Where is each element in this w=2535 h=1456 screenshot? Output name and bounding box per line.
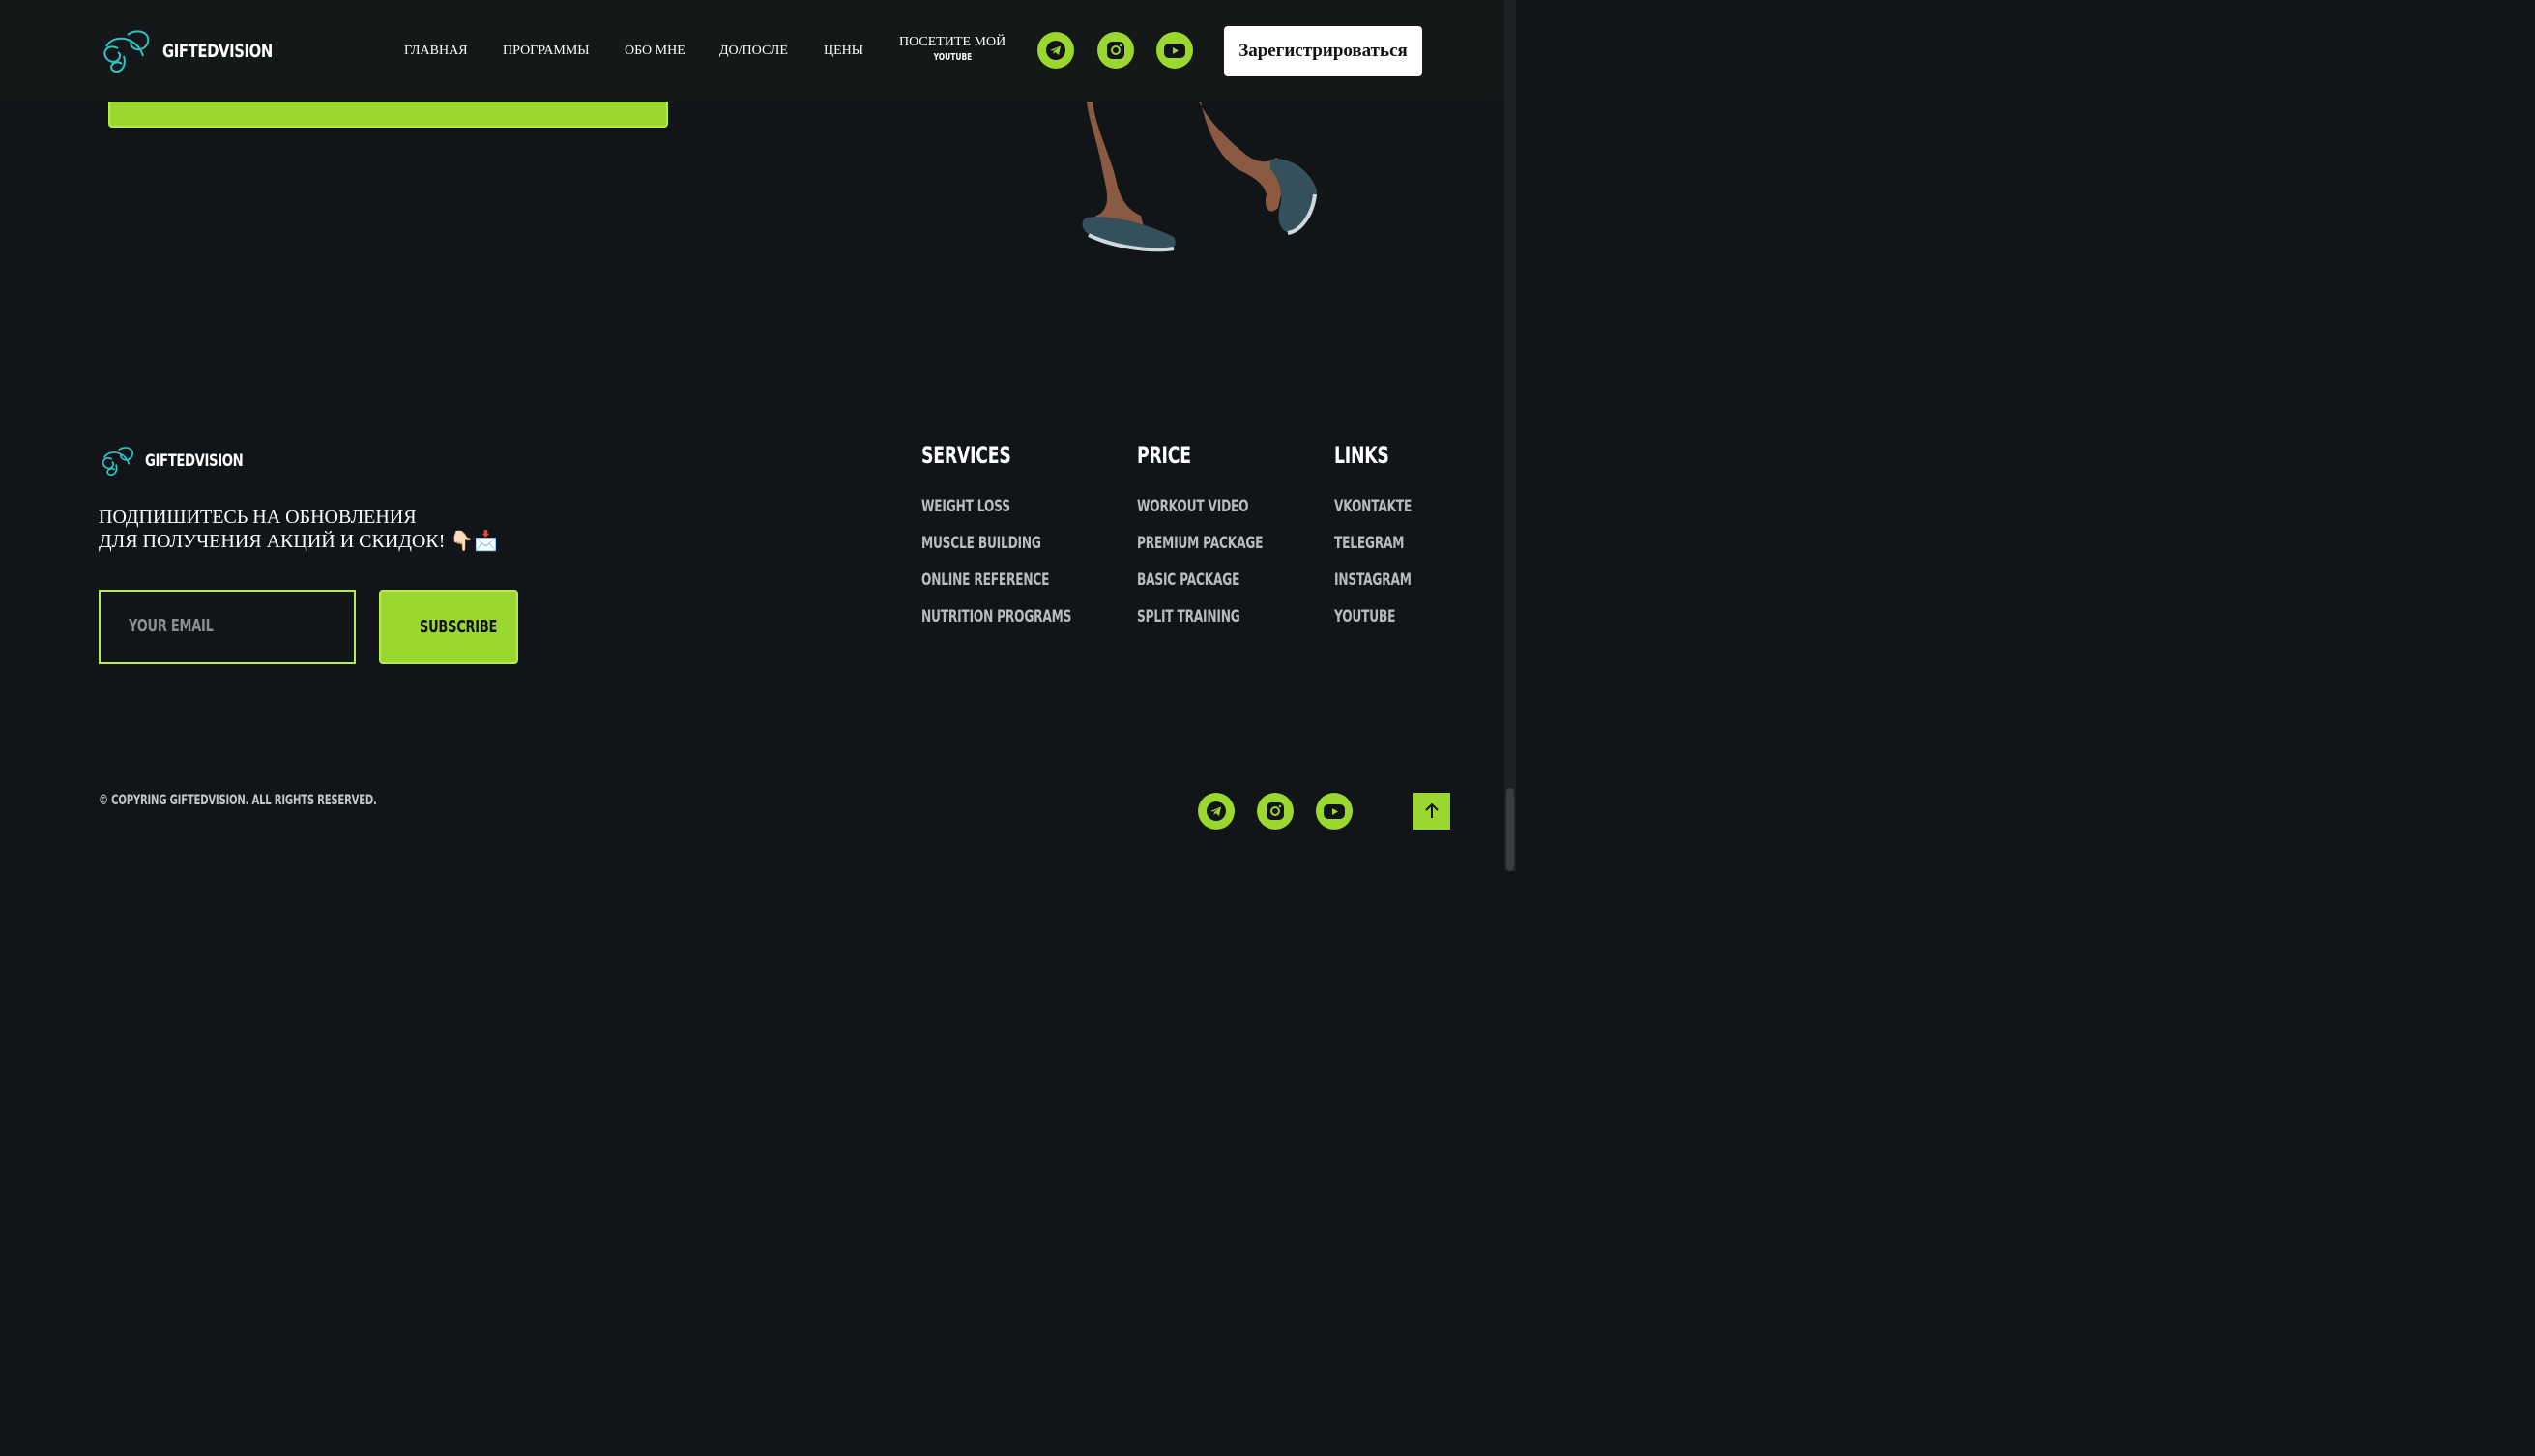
footer-instagram-button[interactable] bbox=[1257, 793, 1294, 830]
footer-telegram-button[interactable] bbox=[1198, 793, 1235, 830]
subscribe-heading: ПОДПИШИТЕСЬ НА ОБНОВЛЕНИЯ ДЛЯ ПОЛУЧЕНИЯ … bbox=[99, 506, 498, 554]
links-link-youtube[interactable]: YOUTUBE bbox=[1334, 607, 1395, 626]
cta-button-partial[interactable] bbox=[108, 102, 668, 128]
back-to-top-button[interactable] bbox=[1413, 793, 1450, 830]
links-link-telegram[interactable]: TELEGRAM bbox=[1334, 534, 1404, 553]
subscribe-button-label: SUBSCRIBE bbox=[420, 617, 498, 637]
footer-logo-text: GIFTEDVISION bbox=[145, 451, 244, 471]
price-link-premium[interactable]: PREMIUM PACKAGE bbox=[1137, 534, 1264, 553]
telegram-icon bbox=[1046, 41, 1065, 60]
header-instagram-button[interactable] bbox=[1097, 32, 1134, 69]
register-button[interactable]: Зарегистрироваться bbox=[1224, 26, 1422, 76]
links-heading: LINKS bbox=[1334, 442, 1389, 469]
logo-mark-icon bbox=[99, 27, 155, 75]
nav-item-about[interactable]: ОБО МНЕ bbox=[625, 44, 685, 59]
scrollbar-thumb[interactable] bbox=[1506, 788, 1514, 871]
nav-item-programs[interactable]: ПРОГРАММЫ bbox=[503, 44, 589, 59]
copyright-text: © COPYRING GIFTEDVISION. ALL RIGHTS RESE… bbox=[99, 793, 377, 808]
header-youtube-button[interactable] bbox=[1156, 32, 1193, 69]
arrow-up-icon bbox=[1425, 802, 1439, 818]
subscribe-line-1: ПОДПИШИТЕСЬ НА ОБНОВЛЕНИЯ bbox=[99, 507, 417, 528]
subscribe-line-2: ДЛЯ ПОЛУЧЕНИЯ АКЦИЙ И СКИДОК! 👇🏻📩 bbox=[99, 531, 499, 552]
logo-mark-icon bbox=[99, 445, 137, 478]
nav-item-prices[interactable]: ЦЕНЫ bbox=[824, 44, 863, 59]
logo-text: GIFTEDVISION bbox=[162, 41, 273, 62]
services-link-online-reference[interactable]: ONLINE REFERENCE bbox=[921, 570, 1050, 590]
services-heading: SERVICES bbox=[921, 442, 1011, 469]
youtube-icon bbox=[1324, 804, 1345, 819]
subscribe-button[interactable]: SUBSCRIBE bbox=[379, 590, 518, 664]
scrollbar-track[interactable] bbox=[1504, 0, 1516, 871]
nav-item-before-after[interactable]: ДО/ПОСЛЕ bbox=[719, 44, 788, 59]
price-link-basic[interactable]: BASIC PACKAGE bbox=[1137, 570, 1239, 590]
services-link-weight-loss[interactable]: WEIGHT LOSS bbox=[921, 497, 1010, 516]
footer-logo[interactable]: GIFTEDVISION bbox=[99, 445, 271, 478]
price-heading: PRICE bbox=[1137, 442, 1191, 469]
links-link-instagram[interactable]: INSTAGRAM bbox=[1334, 570, 1412, 590]
telegram-icon bbox=[1207, 801, 1226, 821]
instagram-icon bbox=[1107, 42, 1124, 59]
email-input[interactable] bbox=[99, 590, 356, 664]
nav-item-home[interactable]: ГЛАВНАЯ bbox=[404, 44, 468, 59]
header-logo[interactable]: GIFTEDVISION bbox=[99, 27, 304, 75]
price-link-workout-video[interactable]: WORKOUT VIDEO bbox=[1137, 497, 1249, 516]
nav-youtube-line1: ПОСЕТИТЕ МОЙ bbox=[899, 35, 1006, 49]
athlete-legs-image bbox=[1073, 102, 1325, 256]
price-link-split[interactable]: SPLIT TRAINING bbox=[1137, 607, 1240, 626]
services-link-muscle-building[interactable]: MUSCLE BUILDING bbox=[921, 534, 1041, 553]
instagram-icon bbox=[1267, 802, 1284, 820]
nav-item-youtube[interactable]: ПОСЕТИТЕ МОЙ YOUTUBE bbox=[899, 35, 1005, 65]
header-telegram-button[interactable] bbox=[1037, 32, 1074, 69]
footer-youtube-button[interactable] bbox=[1316, 793, 1353, 830]
services-link-nutrition[interactable]: NUTRITION PROGRAMS bbox=[921, 607, 1071, 626]
nav-youtube-line2: YOUTUBE bbox=[933, 52, 972, 63]
youtube-icon bbox=[1164, 44, 1185, 58]
links-link-vkontakte[interactable]: VKONTAKTE bbox=[1334, 497, 1412, 516]
